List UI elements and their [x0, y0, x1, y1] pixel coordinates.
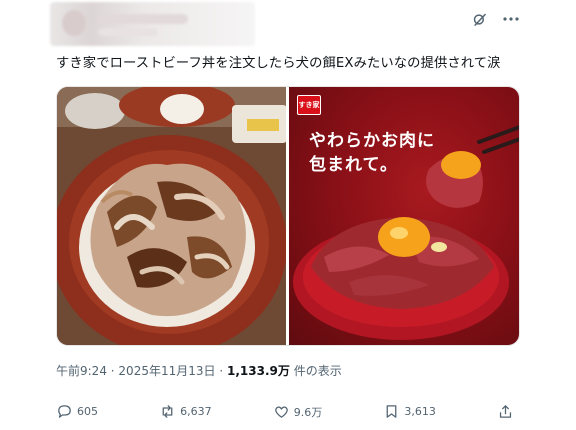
repost-count: 6,637: [180, 405, 212, 418]
more-icon[interactable]: [502, 10, 520, 28]
like-button[interactable]: 9.6万: [273, 403, 323, 420]
ad-copy-line1: やわらかお肉に: [309, 131, 435, 151]
reply-count: 605: [77, 405, 98, 418]
grok-icon[interactable]: [470, 10, 488, 28]
blurred-author-header: [50, 2, 255, 46]
tweet-time[interactable]: 午前9:24: [56, 364, 107, 378]
ad-copy: やわらかお肉に 包まれて。: [309, 129, 435, 177]
tweet-top-icons: [470, 10, 520, 28]
blurred-handle: [98, 28, 158, 36]
tweet-text: すき家でローストビーフ丼を注文したら犬の餌EXみたいなの提供されて涙: [56, 56, 501, 71]
view-count: 1,133.9万: [226, 364, 290, 378]
bookmark-button[interactable]: 3,613: [383, 403, 436, 420]
reply-button[interactable]: 605: [56, 403, 98, 420]
bookmark-count: 3,613: [404, 405, 436, 418]
share-icon: [499, 405, 512, 418]
bookmark-icon: [386, 405, 397, 418]
tweet-card: すき家でローストビーフ丼を注文したら犬の餌EXみたいなの提供されて涙 すき家 や…: [44, 0, 532, 430]
view-suffix: 件の表示: [293, 364, 342, 378]
blurred-avatar: [62, 10, 86, 36]
tweet-actions: 605 6,637 9.6万 3,613: [56, 403, 514, 420]
blurred-display-name: [98, 14, 188, 24]
reply-icon: [58, 405, 71, 418]
tweet-meta: 午前9:24 · 2025年11月13日 · 1,133.9万 件の表示: [56, 362, 342, 379]
heart-icon: [274, 406, 288, 418]
share-button[interactable]: [497, 403, 514, 420]
tweet-media[interactable]: すき家 やわらかお肉に 包まれて。: [56, 86, 520, 346]
like-count: 9.6万: [293, 405, 323, 419]
photo-served-bowl[interactable]: [57, 87, 286, 345]
ad-copy-line2: 包まれて。: [309, 155, 398, 175]
meta-separator: ·: [219, 364, 227, 378]
sukiya-logo: すき家: [297, 95, 321, 115]
tweet-date[interactable]: 2025年11月13日: [118, 364, 215, 378]
repost-button[interactable]: 6,637: [159, 403, 212, 420]
photo-advertisement[interactable]: すき家 やわらかお肉に 包まれて。: [289, 87, 519, 345]
repost-icon: [162, 405, 173, 418]
